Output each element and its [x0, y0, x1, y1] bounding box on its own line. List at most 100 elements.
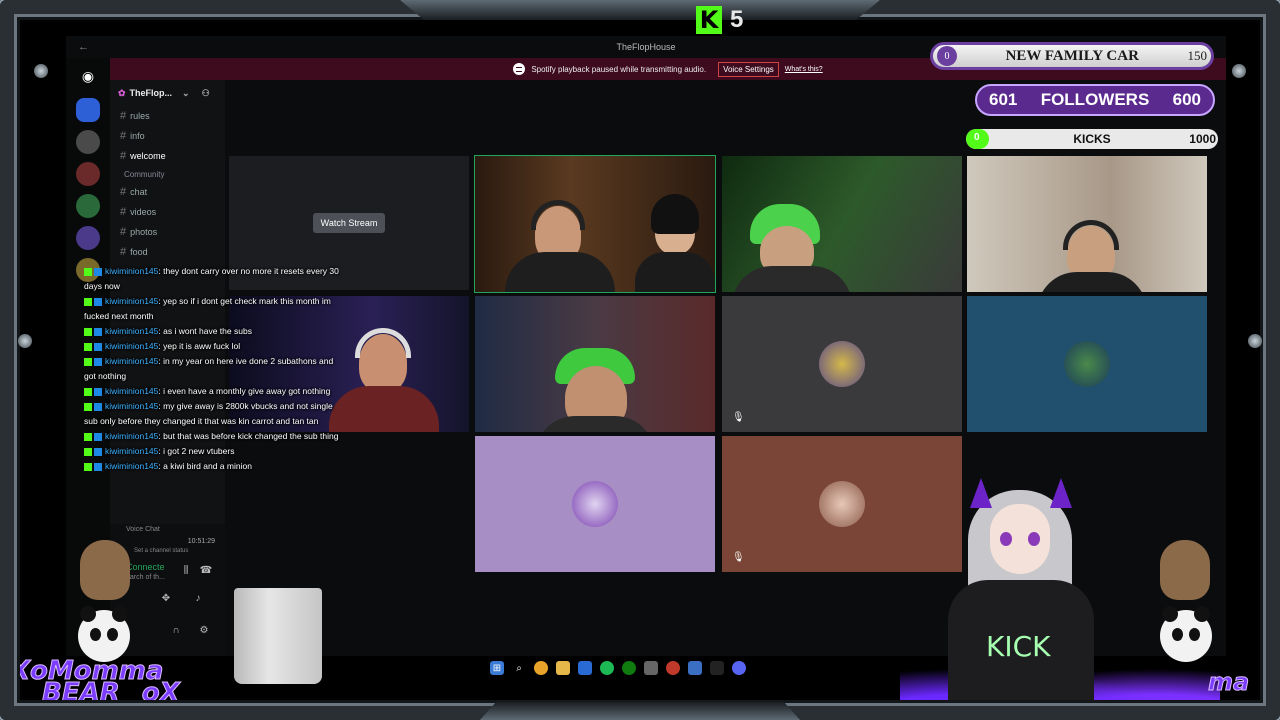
channel-welcome[interactable]: # welcome — [110, 146, 225, 166]
vtuber-face — [990, 504, 1050, 574]
server-icon[interactable] — [76, 130, 100, 154]
cup-overlay — [234, 588, 322, 684]
kick-badge-icon — [84, 447, 92, 456]
chat-message: kiwiminion145: i even have a monthly giv… — [84, 384, 346, 399]
kick-badge-icon — [84, 342, 92, 351]
app-icon[interactable] — [666, 661, 680, 675]
channel-label: photos — [130, 227, 158, 237]
channel-info[interactable]: # info — [110, 126, 225, 146]
hash-icon: # — [120, 226, 127, 238]
voice-timer: 10:51:29 — [187, 538, 215, 545]
webcam-feed — [722, 156, 962, 292]
video-tile[interactable] — [722, 156, 962, 292]
spotify-icon[interactable] — [600, 661, 614, 675]
category-community[interactable]: Community — [110, 166, 225, 182]
sub-badge-icon — [94, 462, 102, 471]
audio-tile[interactable] — [475, 436, 715, 572]
followers-target: 600 — [1172, 90, 1201, 109]
voice-chat-label: Voice Chat — [126, 526, 160, 533]
chat-text: : as i wont have the subs — [158, 326, 252, 336]
kicks-goal-bar: 0 KICKS 1000 — [966, 129, 1218, 149]
headset-icon — [531, 200, 585, 230]
channel-rules[interactable]: # rules — [110, 106, 225, 126]
kick-badge-icon — [84, 357, 92, 366]
hash-icon: # — [120, 110, 127, 122]
chat-message: kiwiminion145: they dont carry over no m… — [84, 264, 346, 294]
headset-icon — [355, 328, 411, 358]
followers-goal: 601 FOLLOWERS 600 — [975, 84, 1215, 116]
settings-gear-icon[interactable]: ⚙ — [198, 624, 210, 636]
channel-videos[interactable]: # videos — [110, 202, 225, 222]
disconnect-icon[interactable]: ☎ — [200, 564, 212, 576]
audio-tile[interactable] — [967, 296, 1207, 432]
mail-icon[interactable] — [644, 661, 658, 675]
hash-icon: # — [120, 130, 127, 142]
server-name: TheFlop... — [129, 88, 173, 98]
chat-text: : a kiwi bird and a minion — [158, 461, 252, 471]
participant-body — [535, 416, 655, 432]
kick-badge-icon — [84, 462, 92, 471]
frame-bolt-icon — [18, 334, 32, 348]
add-member-icon[interactable]: ⚇ — [202, 88, 210, 99]
discord-taskbar-icon[interactable] — [732, 661, 746, 675]
chat-text: : but that was before kick changed the s… — [158, 431, 339, 441]
search-icon[interactable]: ⌕ — [512, 661, 526, 675]
noise-suppression-icon[interactable]: ⫼ — [180, 564, 192, 576]
store-icon[interactable] — [578, 661, 592, 675]
chat-text: : i got 2 new vtubers — [158, 446, 235, 456]
channel-label: chat — [130, 187, 148, 197]
server-header[interactable]: ✿ TheFlop... ⌄ ⚇ — [110, 80, 225, 106]
sub-badge-icon — [94, 387, 102, 396]
kick-count: 5 — [730, 6, 744, 33]
set-status-link[interactable]: Set a channel status — [134, 548, 188, 554]
xbox-icon[interactable] — [622, 661, 636, 675]
channel-label: rules — [130, 111, 150, 121]
panda-eye — [107, 628, 118, 641]
logo-bear: BEAR — [42, 678, 121, 708]
vscode-icon[interactable] — [688, 661, 702, 675]
file-explorer-icon[interactable] — [556, 661, 570, 675]
channel-photos[interactable]: # photos — [110, 222, 225, 242]
chevron-down-icon[interactable]: ⌄ — [182, 88, 190, 99]
channel-label: info — [130, 131, 145, 141]
goal-target: 150 — [1187, 48, 1207, 63]
soundboard-icon[interactable]: ♪ — [192, 592, 204, 604]
direct-messages-icon[interactable] — [76, 98, 100, 122]
headphones-icon[interactable]: ∩ — [170, 624, 182, 636]
chat-message: kiwiminion145: as i wont have the subs — [84, 324, 346, 339]
video-tile[interactable] — [475, 296, 715, 432]
chat-username: kiwiminion145 — [105, 356, 159, 366]
video-tile[interactable] — [967, 156, 1207, 292]
panda-eye — [1172, 628, 1183, 641]
channel-chat[interactable]: # chat — [110, 182, 225, 202]
windows-start-icon[interactable]: ⊞ — [490, 661, 504, 675]
audio-tile[interactable]: 🎙 — [722, 296, 962, 432]
server-icon[interactable] — [76, 194, 100, 218]
chrome-icon[interactable] — [534, 661, 548, 675]
followers-label: FOLLOWERS — [1040, 90, 1150, 109]
goal-current: 0 — [937, 46, 957, 66]
epic-games-icon[interactable] — [710, 661, 724, 675]
muted-mic-icon: 🎙 — [732, 552, 745, 563]
frame-bolt-icon — [1248, 334, 1262, 348]
frame-top-bar — [400, 0, 880, 20]
server-icon[interactable] — [76, 226, 100, 250]
teddy-bear-icon — [1160, 540, 1210, 600]
video-tile[interactable] — [474, 155, 716, 293]
kick-logo-icon: K — [696, 6, 722, 34]
sub-badge-icon — [94, 297, 102, 306]
chat-username: kiwiminion145 — [105, 266, 159, 276]
chat-message: kiwiminion145: my give away is 2800k vbu… — [84, 399, 346, 429]
server-icon[interactable] — [76, 162, 100, 186]
user-avatar — [819, 341, 865, 387]
channel-food[interactable]: # food — [110, 242, 225, 262]
chat-username: kiwiminion145 — [105, 446, 159, 456]
discord-logo-icon[interactable]: ◉ — [76, 64, 100, 88]
sub-badge-icon — [94, 267, 102, 276]
windows-taskbar: ⊞ ⌕ — [484, 656, 800, 680]
whats-this-link[interactable]: What's this? — [785, 66, 823, 73]
activities-icon[interactable]: ✥ — [160, 592, 172, 604]
watch-stream-button[interactable]: Watch Stream — [312, 213, 386, 233]
voice-settings-button[interactable]: Voice Settings — [718, 61, 779, 77]
back-arrow-icon[interactable]: ← — [78, 41, 89, 53]
